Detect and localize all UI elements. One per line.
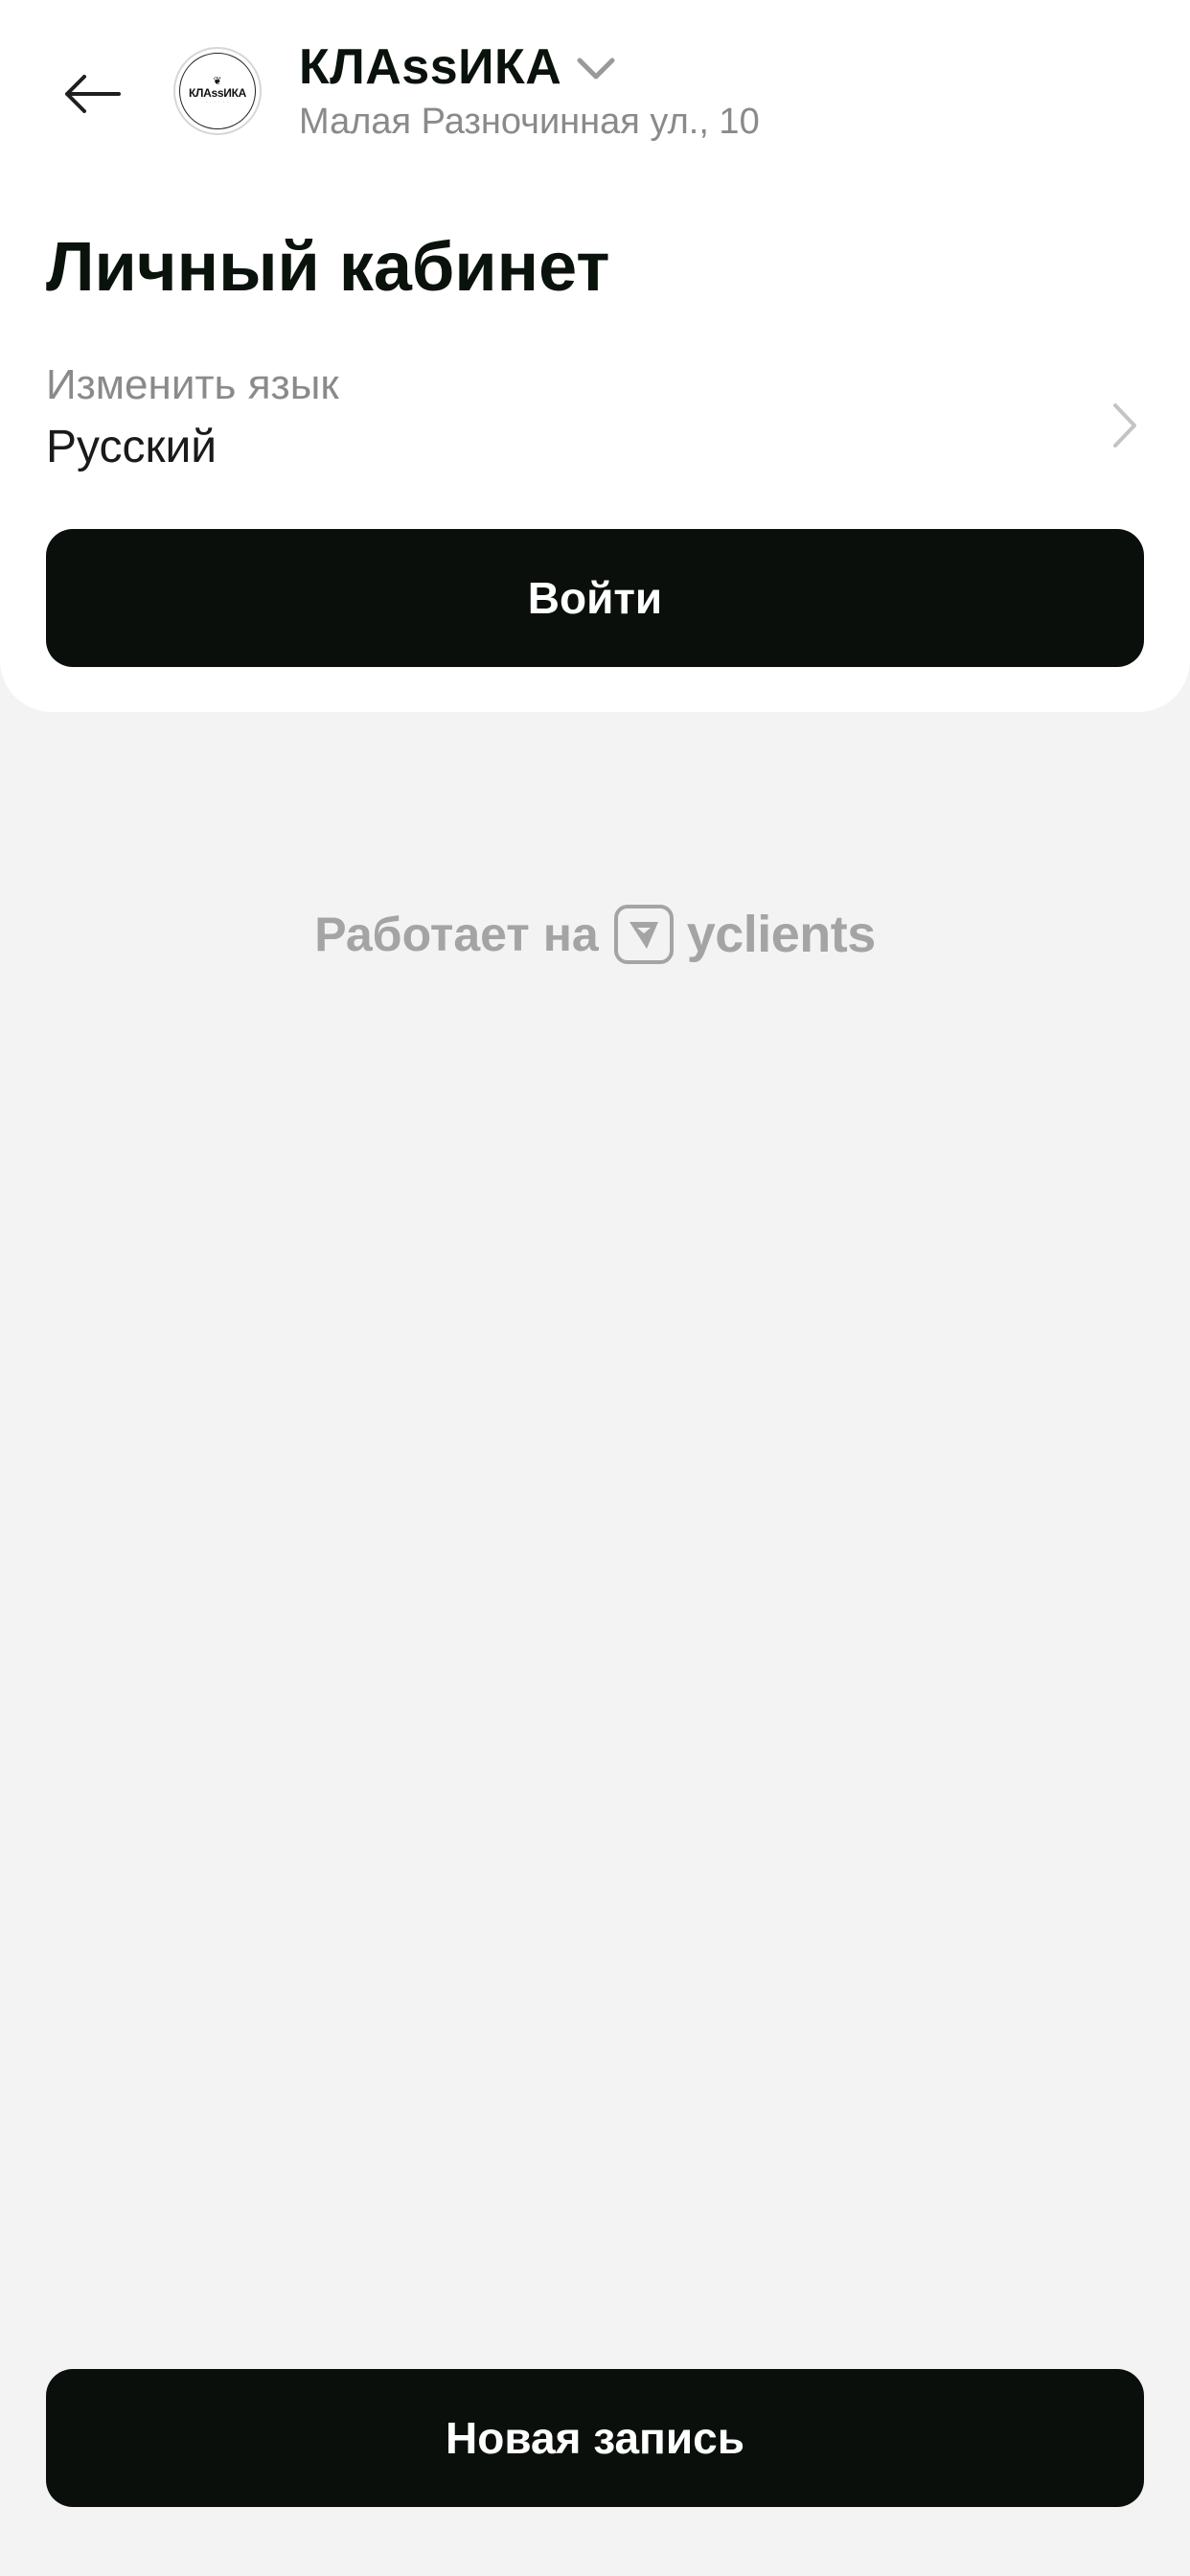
company-address: Малая Разночинная ул., 10 <box>299 102 760 142</box>
company-name-row[interactable]: КЛАssИКА <box>299 36 760 98</box>
header: ❦ КЛАssИКА · · · · · · КЛАssИКА Малая Ра… <box>0 0 1190 182</box>
company-logo-text: КЛАssИКА <box>189 86 246 100</box>
arrow-left-icon <box>65 75 121 113</box>
powered-by-brand: yclients <box>686 906 877 963</box>
company-name: КЛАssИКА <box>299 39 562 95</box>
language-label: Изменить язык <box>46 361 339 408</box>
avatar: ❦ КЛАssИКА · · · · · · <box>173 47 262 135</box>
login-button[interactable]: Войти <box>46 529 1144 667</box>
back-button[interactable] <box>46 48 138 140</box>
logo-underline: · · · · · · <box>205 100 230 104</box>
chevron-down-icon <box>577 57 615 81</box>
language-value: Русский <box>46 422 217 472</box>
page-title: Личный кабинет <box>46 229 610 306</box>
profile-card: ❦ КЛАssИКА · · · · · · КЛАssИКА Малая Ра… <box>0 0 1190 712</box>
new-record-button[interactable]: Новая запись <box>46 2369 1144 2507</box>
yclients-logo-icon <box>613 905 674 964</box>
chevron-right-icon <box>1106 397 1144 454</box>
powered-by-text: Работает на <box>314 908 599 961</box>
company-selector[interactable]: КЛАssИКА Малая Разночинная ул., 10 <box>299 36 760 144</box>
change-language-row[interactable]: Изменить язык Русский <box>46 358 1144 493</box>
powered-by: Работает на yclients <box>0 901 1190 968</box>
company-logo: ❦ КЛАssИКА · · · · · · <box>179 53 256 129</box>
